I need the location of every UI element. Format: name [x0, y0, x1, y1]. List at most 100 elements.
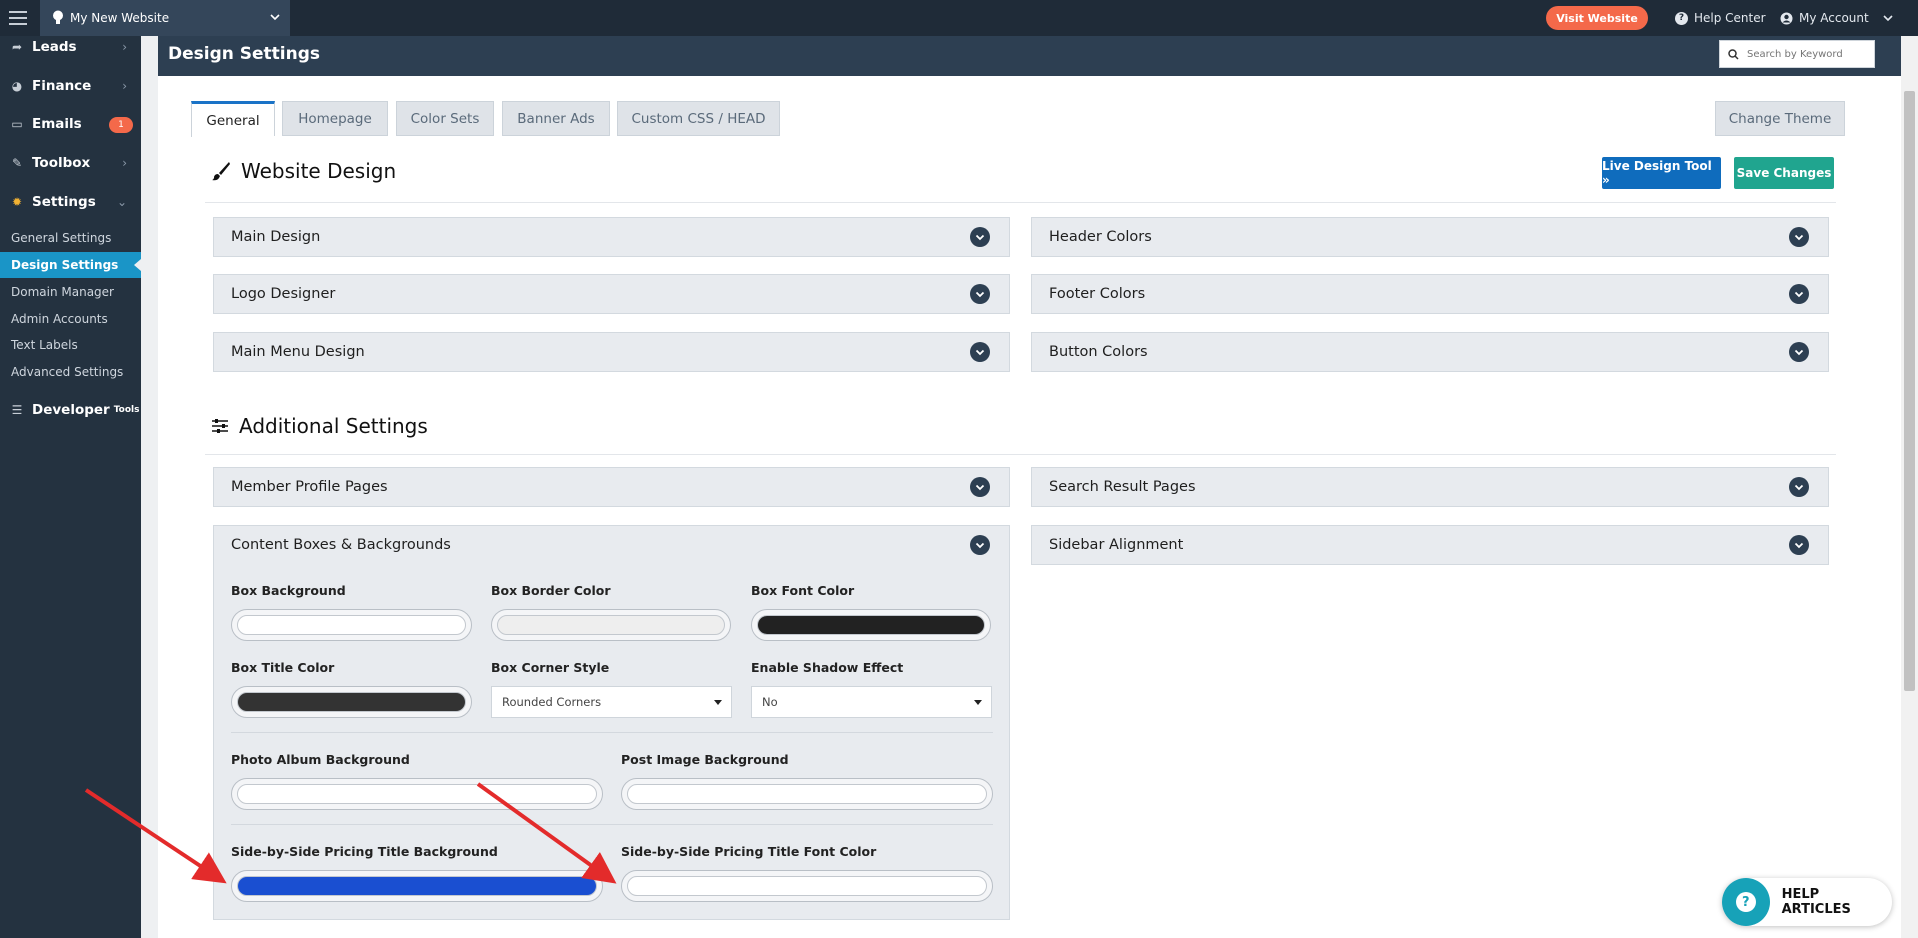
accordion-label: Main Menu Design	[231, 344, 365, 360]
save-changes-button[interactable]: Save Changes	[1734, 157, 1834, 189]
page-header: Design Settings	[158, 36, 1901, 76]
divider	[205, 202, 1836, 203]
pricing-title-font-color-label: Side-by-Side Pricing Title Font Color	[621, 844, 877, 859]
color-fill	[237, 784, 597, 804]
box-title-color-picker[interactable]	[231, 686, 472, 718]
sidebar-sub-general-settings[interactable]: General Settings	[0, 225, 141, 251]
chevron-down-icon[interactable]	[970, 342, 990, 362]
my-account-menu[interactable]: My Account	[1780, 0, 1893, 36]
accordion-label: Sidebar Alignment	[1049, 537, 1184, 553]
help-articles-button[interactable]: ? HELP ARTICLES	[1722, 878, 1892, 926]
chevron-down-icon[interactable]	[1789, 227, 1809, 247]
search-input[interactable]	[1747, 48, 1867, 60]
sidebar-item-label: Emails	[32, 116, 82, 132]
sidebar-sub-admin-accounts[interactable]: Admin Accounts	[0, 306, 141, 332]
box-border-color-label: Box Border Color	[491, 583, 611, 598]
my-account-label: My Account	[1799, 11, 1869, 25]
sidebar-item-label: Toolbox	[32, 155, 91, 171]
chevron-down-icon	[270, 14, 280, 21]
chevron-down-icon[interactable]	[1789, 342, 1809, 362]
box-background-color-picker[interactable]	[231, 609, 472, 641]
sidebar-item-toolbox[interactable]: ✎ Toolbox ›	[0, 144, 141, 182]
inbox-icon: ▭	[11, 117, 23, 131]
website-design-title: Website Design	[241, 159, 397, 183]
color-fill	[237, 615, 466, 635]
photo-album-background-color-picker[interactable]	[231, 778, 603, 810]
sidebar-sub-design-settings[interactable]: Design Settings	[0, 252, 141, 278]
tab-banner-ads[interactable]: Banner Ads	[502, 101, 610, 136]
keyword-search[interactable]	[1719, 40, 1875, 68]
accordion-footer-colors[interactable]: Footer Colors	[1031, 274, 1829, 314]
accordion-search-result-pages[interactable]: Search Result Pages	[1031, 467, 1829, 507]
sidebar-item-finance[interactable]: ◕ Finance ›	[0, 67, 141, 105]
color-fill	[237, 876, 597, 896]
accordion-sidebar-alignment[interactable]: Sidebar Alignment	[1031, 525, 1829, 565]
color-fill	[627, 876, 987, 896]
box-corner-style-select[interactable]: Rounded Corners	[491, 686, 732, 718]
help-center-link[interactable]: ? Help Center	[1675, 0, 1766, 36]
accordion-main-menu-design[interactable]: Main Menu Design	[213, 332, 1010, 372]
divider	[205, 454, 1836, 455]
paint-brush-icon	[212, 162, 230, 181]
chevron-down-icon[interactable]	[970, 227, 990, 247]
accordion-header-colors[interactable]: Header Colors	[1031, 217, 1829, 257]
box-title-color-label: Box Title Color	[231, 660, 335, 675]
accordion-label: Button Colors	[1049, 344, 1148, 360]
chevron-down-icon[interactable]	[970, 284, 990, 304]
chevron-down-icon[interactable]	[970, 477, 990, 497]
enable-shadow-select[interactable]: No	[751, 686, 992, 718]
sidebar-item-developer[interactable]: ☰ Developer Tools	[0, 391, 141, 429]
page-scrollbar[interactable]	[1901, 36, 1918, 938]
search-icon	[1728, 48, 1739, 60]
divider	[231, 732, 993, 733]
website-design-heading: Website Design	[211, 159, 396, 183]
help-center-label: Help Center	[1694, 11, 1766, 25]
question-circle-icon: ?	[1675, 11, 1688, 25]
pricing-title-background-color-picker[interactable]	[231, 870, 603, 902]
sliders-icon	[212, 419, 228, 433]
chevron-down-icon: ⌄	[116, 195, 127, 209]
tab-custom-css-head[interactable]: Custom CSS / HEAD	[617, 101, 780, 136]
sidebar-item-leads[interactable]: ➦ Leads ›	[0, 28, 141, 66]
pricing-title-background-label: Side-by-Side Pricing Title Background	[231, 844, 498, 859]
tab-general[interactable]: General	[191, 101, 275, 137]
divider	[231, 824, 993, 825]
chevron-right-icon: ›	[122, 40, 127, 54]
accordion-main-design[interactable]: Main Design	[213, 217, 1010, 257]
pie-chart-icon: ◕	[11, 79, 23, 93]
sidebar-sub-advanced-settings[interactable]: Advanced Settings	[0, 359, 141, 385]
live-design-tool-button[interactable]: Live Design Tool »	[1602, 157, 1721, 189]
accordion-content-boxes[interactable]: Content Boxes & Backgrounds	[213, 525, 1010, 565]
sidebar-item-emails[interactable]: ▭ Emails 1	[0, 105, 141, 143]
share-icon: ➦	[11, 40, 23, 54]
sidebar-item-settings[interactable]: ✹ Settings ⌄	[0, 183, 141, 221]
box-border-color-picker[interactable]	[491, 609, 731, 641]
color-fill	[497, 615, 725, 635]
color-fill	[757, 615, 985, 635]
accordion-button-colors[interactable]: Button Colors	[1031, 332, 1829, 372]
email-count-badge: 1	[109, 117, 133, 133]
chevron-down-icon[interactable]	[1789, 477, 1809, 497]
chevron-down-icon[interactable]	[1789, 535, 1809, 555]
visit-website-button[interactable]: Visit Website	[1546, 6, 1648, 30]
chevron-down-icon[interactable]	[970, 535, 990, 555]
sidebar-sub-domain-manager[interactable]: Domain Manager	[0, 279, 141, 305]
sidebar-item-label: Leads	[32, 39, 77, 55]
accordion-label: Search Result Pages	[1049, 479, 1196, 495]
post-image-background-color-picker[interactable]	[621, 778, 993, 810]
tab-color-sets[interactable]: Color Sets	[396, 101, 494, 136]
wrench-icon: ✎	[11, 156, 23, 170]
scrollbar-thumb[interactable]	[1904, 91, 1915, 691]
chevron-down-icon[interactable]	[1789, 284, 1809, 304]
accordion-logo-designer[interactable]: Logo Designer	[213, 274, 1010, 314]
tab-homepage[interactable]: Homepage	[282, 101, 388, 136]
box-font-color-picker[interactable]	[751, 609, 991, 641]
pricing-title-font-color-picker[interactable]	[621, 870, 993, 902]
color-fill	[237, 692, 466, 712]
accordion-member-profile-pages[interactable]: Member Profile Pages	[213, 467, 1010, 507]
website-name: My New Website	[70, 11, 170, 25]
sidebar-sub-text-labels[interactable]: Text Labels	[0, 332, 141, 358]
sidebar-item-label: Finance	[32, 78, 92, 94]
change-theme-tab[interactable]: Change Theme	[1715, 101, 1845, 136]
box-corner-style-label: Box Corner Style	[491, 660, 610, 675]
